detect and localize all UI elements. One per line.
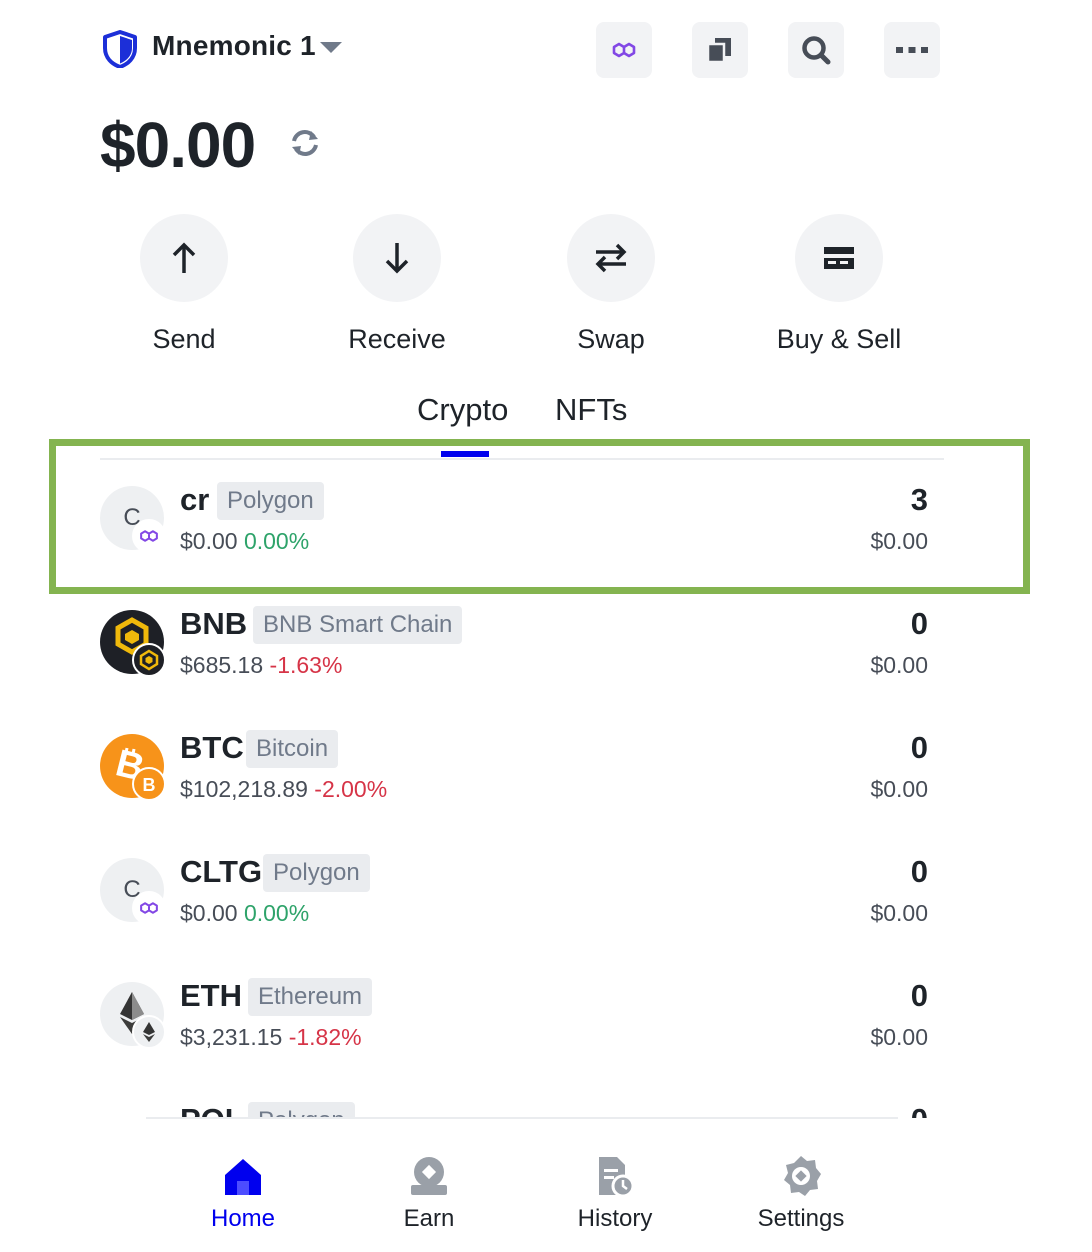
asset-fiat-value: $0.00 <box>870 900 928 926</box>
bnb-chain-badge-icon <box>132 643 166 677</box>
more-button[interactable] <box>884 22 940 78</box>
swap-label: Swap <box>577 324 645 354</box>
bitcoin-badge-icon: B <box>132 767 166 801</box>
nav-history[interactable]: History <box>545 1153 685 1233</box>
card-icon <box>824 247 854 269</box>
tab-nfts[interactable]: NFTs <box>555 392 627 428</box>
shield-icon <box>103 30 137 68</box>
asset-symbol: POL <box>180 1102 244 1118</box>
asset-quantity: 0 <box>911 1102 928 1118</box>
more-icon <box>896 47 928 53</box>
asset-fiat-value: $0.00 <box>870 1024 928 1050</box>
asset-quantity: 0 <box>910 730 928 765</box>
asset-price: $685.18 <box>180 652 264 678</box>
earn-icon <box>411 1157 447 1195</box>
swap-button[interactable] <box>567 214 655 302</box>
nav-home[interactable]: Home <box>173 1153 313 1233</box>
asset-quantity: 0 <box>910 854 928 889</box>
swap-action[interactable]: Swap <box>531 214 691 355</box>
history-icon <box>599 1157 635 1197</box>
arrow-up-icon <box>172 242 196 273</box>
asset-row-bnb[interactable]: BNB BNB Smart Chain $685.18 -1.63% 0 $0.… <box>0 584 1092 708</box>
asset-price-line: $102,218.89 -2.00% <box>180 776 387 803</box>
total-balance: $0.00 <box>100 109 256 181</box>
send-action[interactable]: Send <box>104 214 264 355</box>
asset-change: -2.00% <box>314 776 388 802</box>
asset-price: $102,218.89 <box>180 776 308 802</box>
nav-earn[interactable]: Earn <box>359 1153 499 1233</box>
search-button[interactable] <box>788 22 844 78</box>
send-label: Send <box>152 324 216 354</box>
asset-price-line: $0.00 0.00% <box>180 900 309 927</box>
asset-symbol: BTC <box>180 730 244 765</box>
selected-row-highlight <box>49 439 1030 594</box>
home-icon <box>225 1159 261 1195</box>
nav-home-label: Home <box>210 1205 276 1232</box>
nav-settings-label: Settings <box>757 1205 845 1232</box>
polygon-network-icon <box>612 42 636 58</box>
polygon-badge-icon <box>132 891 166 925</box>
asset-symbol: ETH <box>180 978 242 1013</box>
gear-icon <box>784 1156 821 1196</box>
asset-price-line: $685.18 -1.63% <box>180 652 342 679</box>
asset-change: 0.00% <box>243 900 310 926</box>
bottom-nav: Home Earn History Settings <box>0 1119 1092 1252</box>
buy-sell-label: Buy & Sell <box>776 324 902 354</box>
asset-symbol: BNB <box>180 606 248 641</box>
asset-quantity: 0 <box>910 606 928 641</box>
asset-row-eth[interactable]: ETH Ethereum $3,231.15 -1.82% 0 $0.00 <box>0 956 1092 1080</box>
asset-change: -1.82% <box>288 1024 362 1050</box>
search-icon <box>802 36 831 65</box>
asset-symbol: CLTG <box>180 854 263 889</box>
nav-history-label: History <box>577 1205 653 1232</box>
asset-change: -1.63% <box>269 652 343 678</box>
nav-earn-label: Earn <box>403 1205 455 1232</box>
asset-fiat-value: $0.00 <box>870 776 928 802</box>
asset-price: $3,231.15 <box>180 1024 283 1050</box>
chain-tag: Polygon <box>248 1102 355 1118</box>
wallet-name[interactable]: Mnemonic 1 <box>152 30 316 62</box>
asset-quantity: 0 <box>910 978 928 1013</box>
ethereum-badge-icon <box>132 1015 166 1049</box>
chain-tag: Bitcoin <box>246 730 339 768</box>
asset-row-btc[interactable]: B B BTC Bitcoin $102,218.89 -2.00% 0 $0.… <box>0 708 1092 832</box>
refresh-icon[interactable] <box>288 126 322 160</box>
chain-tag: BNB Smart Chain <box>253 606 463 644</box>
receive-button[interactable] <box>353 214 441 302</box>
send-button[interactable] <box>140 214 228 302</box>
copy-button[interactable] <box>692 22 748 78</box>
buy-sell-action[interactable]: Buy & Sell <box>759 214 919 355</box>
asset-row-pol[interactable]: POL Polygon 0 <box>0 1080 1092 1118</box>
copy-icon <box>706 38 731 64</box>
arrow-down-icon <box>385 243 409 274</box>
buy-sell-button[interactable] <box>795 214 883 302</box>
tab-crypto[interactable]: Crypto <box>417 392 508 428</box>
svg-text:B: B <box>143 775 156 795</box>
asset-price: $0.00 <box>180 900 238 926</box>
wallet-header: Mnemonic 1 <box>0 0 1092 100</box>
asset-row-cltg[interactable]: C CLTG Polygon $0.00 0.00% 0 $0.00 <box>0 832 1092 956</box>
receive-label: Receive <box>348 324 446 354</box>
swap-icon <box>595 243 627 273</box>
chevron-down-icon[interactable] <box>320 42 342 53</box>
asset-fiat-value: $0.00 <box>870 652 928 678</box>
chain-tag: Polygon <box>263 854 370 892</box>
asset-price-line: $3,231.15 -1.82% <box>180 1024 362 1051</box>
network-button[interactable] <box>596 22 652 78</box>
chain-tag: Ethereum <box>248 978 373 1016</box>
receive-action[interactable]: Receive <box>317 214 477 355</box>
nav-settings[interactable]: Settings <box>731 1153 871 1233</box>
